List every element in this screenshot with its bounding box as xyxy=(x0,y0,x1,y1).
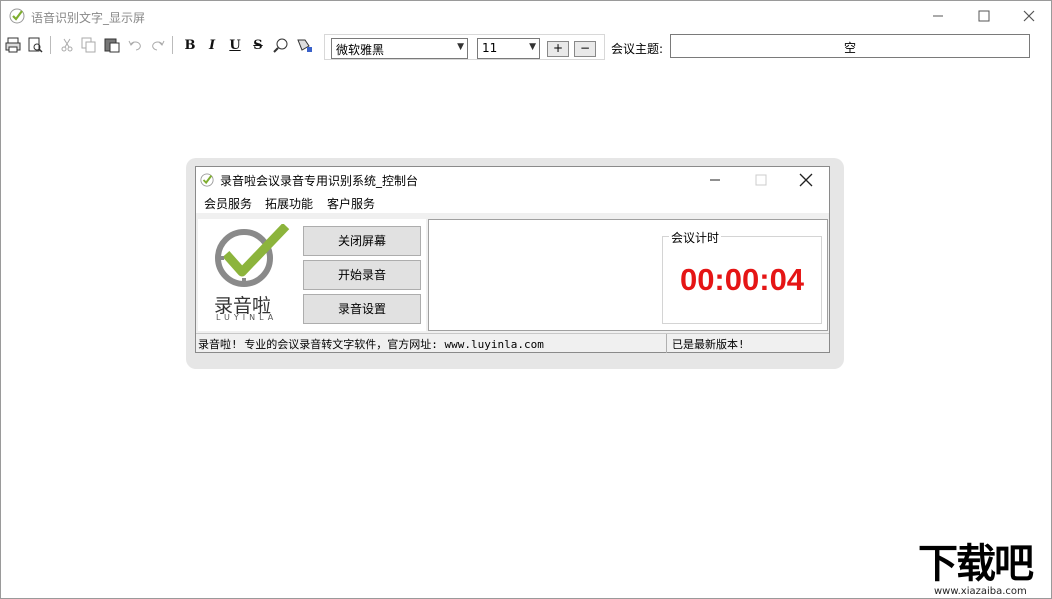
font-family-value: 微软雅黑 xyxy=(336,43,385,57)
window-title: 语音识别文字_显示屏 xyxy=(31,11,146,25)
minimize-icon xyxy=(710,179,720,181)
print-preview-button[interactable] xyxy=(26,35,44,55)
topic-input[interactable]: 空 xyxy=(670,34,1030,58)
cut-icon xyxy=(61,38,73,52)
status-version-text: 已是最新版本! xyxy=(672,338,745,351)
undo-icon xyxy=(128,40,141,51)
paste-button[interactable] xyxy=(103,35,121,55)
watermark-logo: 下载吧 xyxy=(918,541,1034,587)
print-button[interactable] xyxy=(4,35,22,55)
maximize-button[interactable] xyxy=(961,1,1007,31)
minimize-button[interactable] xyxy=(915,1,961,31)
menu-extensions[interactable]: 拓展功能 xyxy=(265,195,313,212)
dialog-title: 录音啦会议录音专用识别系统_控制台 xyxy=(220,174,419,188)
close-button[interactable] xyxy=(1006,1,1052,31)
underline-button[interactable]: U xyxy=(226,35,244,55)
close-icon xyxy=(1023,10,1035,22)
find-icon xyxy=(273,38,288,53)
redo-button[interactable] xyxy=(149,35,167,55)
menu-customer-service[interactable]: 客户服务 xyxy=(327,195,375,212)
dialog-minimize-button[interactable] xyxy=(692,167,738,193)
watermark: 下载吧 www.xiazaiba.com xyxy=(916,542,1050,598)
chevron-down-icon: ▼ xyxy=(457,42,464,52)
increase-font-button[interactable]: + xyxy=(547,41,569,57)
chevron-down-icon: ▼ xyxy=(529,42,536,52)
format-toolbar: B I U S 微软雅黑 ▼ 11 ▼ + − 会议主题: 空 xyxy=(1,32,1051,60)
copy-icon xyxy=(81,37,96,53)
logo-subtext: LUYINLA xyxy=(216,313,278,322)
print-preview-icon xyxy=(28,37,43,53)
watermark-url: www.xiazaiba.com xyxy=(934,586,1027,597)
color-button[interactable] xyxy=(295,35,313,55)
strikethrough-button[interactable]: S xyxy=(249,35,267,55)
toolbar-separator xyxy=(50,36,51,54)
paste-icon xyxy=(104,38,120,53)
menu-member-service[interactable]: 会员服务 xyxy=(204,195,252,212)
bold-button[interactable]: B xyxy=(181,35,199,55)
copy-button[interactable] xyxy=(80,35,98,55)
decrease-font-button[interactable]: − xyxy=(574,41,596,57)
close-screen-button[interactable]: 关闭屏幕 xyxy=(303,226,421,256)
status-website-text: 录音啦! 专业的会议录音转文字软件，官方网址: www.luyinla.com xyxy=(198,338,544,351)
toolbar-separator xyxy=(172,36,173,54)
timer-value: 00:00:04 xyxy=(679,262,805,297)
app-check-icon xyxy=(200,173,214,187)
maximize-icon xyxy=(978,10,990,22)
italic-button[interactable]: I xyxy=(203,35,221,55)
dialog-menu-bar: 会员服务 拓展功能 客户服务 xyxy=(196,193,829,213)
close-icon xyxy=(799,173,813,187)
control-dialog: 录音啦会议录音专用识别系统_控制台 会员服务 拓展功能 客户服务 录音啦 LUY… xyxy=(195,166,830,353)
font-size-value: 11 xyxy=(482,41,498,55)
status-separator xyxy=(666,334,667,353)
dialog-title-bar: 录音啦会议录音专用识别系统_控制台 xyxy=(196,167,829,193)
print-icon xyxy=(5,37,21,53)
start-recording-button[interactable]: 开始录音 xyxy=(303,260,421,290)
font-size-select[interactable]: 11 ▼ xyxy=(477,38,540,59)
app-check-icon xyxy=(9,8,25,24)
font-group: 微软雅黑 ▼ 11 ▼ + − xyxy=(324,34,605,60)
maximize-icon xyxy=(755,174,767,186)
dialog-close-button[interactable] xyxy=(783,167,829,193)
dialog-maximize-button[interactable] xyxy=(738,167,784,193)
font-family-select[interactable]: 微软雅黑 ▼ xyxy=(331,38,468,59)
minimize-icon xyxy=(933,15,943,17)
topic-label: 会议主题: xyxy=(611,42,664,56)
cut-button[interactable] xyxy=(58,35,76,55)
redo-icon xyxy=(152,40,165,51)
title-bar: 语音识别文字_显示屏 xyxy=(1,1,1051,31)
dialog-right-panel: 会议计时 00:00:04 xyxy=(428,219,828,331)
find-button[interactable] xyxy=(272,35,290,55)
color-icon xyxy=(297,39,312,52)
timer-label: 会议计时 xyxy=(669,229,722,246)
recording-settings-button[interactable]: 录音设置 xyxy=(303,294,421,324)
undo-button[interactable] xyxy=(126,35,144,55)
status-bar: 录音啦! 专业的会议录音转文字软件，官方网址: www.luyinla.com … xyxy=(196,333,829,353)
dialog-left-panel: 录音啦 LUYINLA 关闭屏幕 开始录音 录音设置 xyxy=(198,219,426,331)
